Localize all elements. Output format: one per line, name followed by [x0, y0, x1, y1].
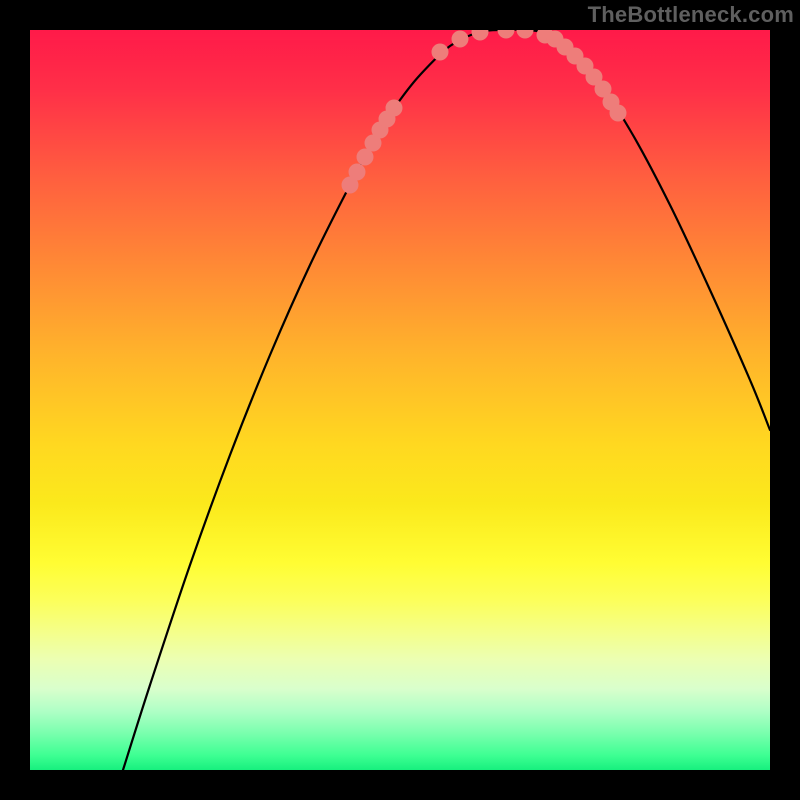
marker-dot	[610, 105, 627, 122]
marker-dot	[472, 30, 489, 41]
marker-dot	[498, 30, 515, 39]
marker-dot	[349, 164, 366, 181]
highlight-markers	[342, 30, 627, 194]
curve-line	[123, 30, 770, 770]
marker-dot	[386, 100, 403, 117]
chart-frame: TheBottleneck.com	[0, 0, 800, 800]
marker-dot	[517, 30, 534, 39]
marker-dot	[452, 31, 469, 48]
plot-area	[30, 30, 770, 770]
chart-svg	[30, 30, 770, 770]
marker-dot	[432, 44, 449, 61]
watermark-text: TheBottleneck.com	[588, 2, 794, 28]
